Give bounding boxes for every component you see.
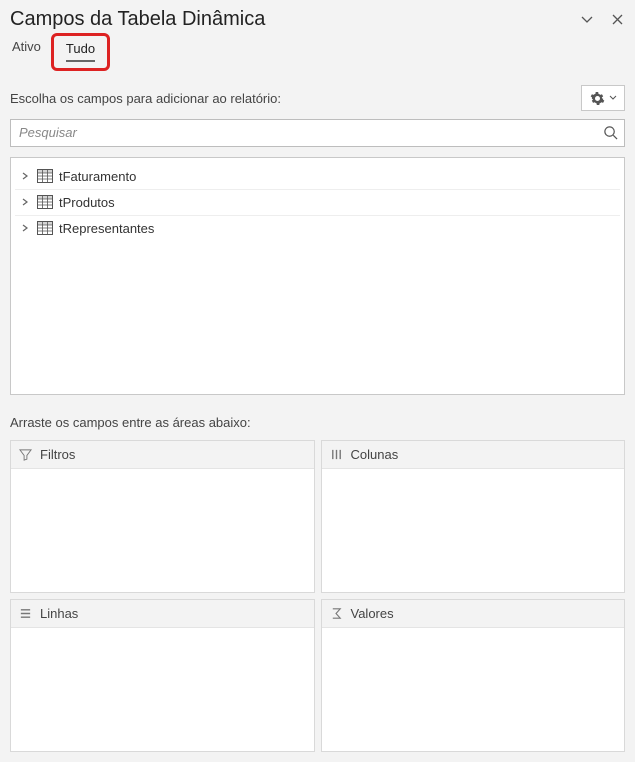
tools-dropdown[interactable] <box>581 85 625 111</box>
gear-icon <box>590 91 605 106</box>
columns-icon <box>330 448 343 461</box>
field-name-label: tFaturamento <box>59 169 136 184</box>
tab-active[interactable]: Ativo <box>10 37 43 71</box>
search-input[interactable] <box>19 125 603 140</box>
zone-body[interactable] <box>322 628 625 751</box>
field-name-label: tRepresentantes <box>59 221 154 236</box>
drop-zone-columns[interactable]: Colunas <box>321 440 626 593</box>
field-name-label: tProdutos <box>59 195 115 210</box>
rows-icon <box>19 607 32 620</box>
caret-down-icon <box>609 94 617 102</box>
zone-body[interactable] <box>11 469 314 592</box>
filter-icon <box>19 448 32 461</box>
zone-body[interactable] <box>322 469 625 592</box>
search-container <box>10 119 625 147</box>
field-item[interactable]: tProdutos <box>15 190 620 216</box>
table-icon <box>37 195 53 209</box>
zone-body[interactable] <box>11 628 314 751</box>
zone-label: Linhas <box>40 606 78 621</box>
drag-fields-label: Arraste os campos entre as áreas abaixo: <box>10 415 625 430</box>
table-icon <box>37 169 53 183</box>
choose-fields-label: Escolha os campos para adicionar ao rela… <box>10 91 281 106</box>
drop-zone-values[interactable]: Valores <box>321 599 626 752</box>
field-item[interactable]: tRepresentantes <box>15 216 620 241</box>
zone-label: Colunas <box>351 447 399 462</box>
tabs: Ativo Tudo <box>10 37 625 71</box>
field-list[interactable]: tFaturamento tProdutos tRepresentantes <box>10 157 625 395</box>
chevron-down-icon <box>580 13 594 27</box>
expand-caret-icon[interactable] <box>21 224 31 232</box>
expand-caret-icon[interactable] <box>21 172 31 180</box>
expand-caret-icon[interactable] <box>21 198 31 206</box>
page-title: Campos da Tabela Dinâmica <box>10 8 265 31</box>
search-icon <box>603 125 618 140</box>
collapse-button[interactable] <box>579 12 595 28</box>
zone-label: Valores <box>351 606 394 621</box>
drop-zones-grid: Filtros Colunas Linhas <box>10 440 625 752</box>
field-item[interactable]: tFaturamento <box>15 164 620 190</box>
zone-label: Filtros <box>40 447 75 462</box>
drop-zone-filters[interactable]: Filtros <box>10 440 315 593</box>
table-icon <box>37 221 53 235</box>
search-button[interactable] <box>603 125 618 140</box>
close-button[interactable] <box>609 12 625 28</box>
drop-zone-rows[interactable]: Linhas <box>10 599 315 752</box>
sigma-icon <box>330 607 343 620</box>
highlight-annotation: Tudo <box>51 33 110 71</box>
close-icon <box>611 13 624 26</box>
tab-all[interactable]: Tudo <box>64 39 97 60</box>
